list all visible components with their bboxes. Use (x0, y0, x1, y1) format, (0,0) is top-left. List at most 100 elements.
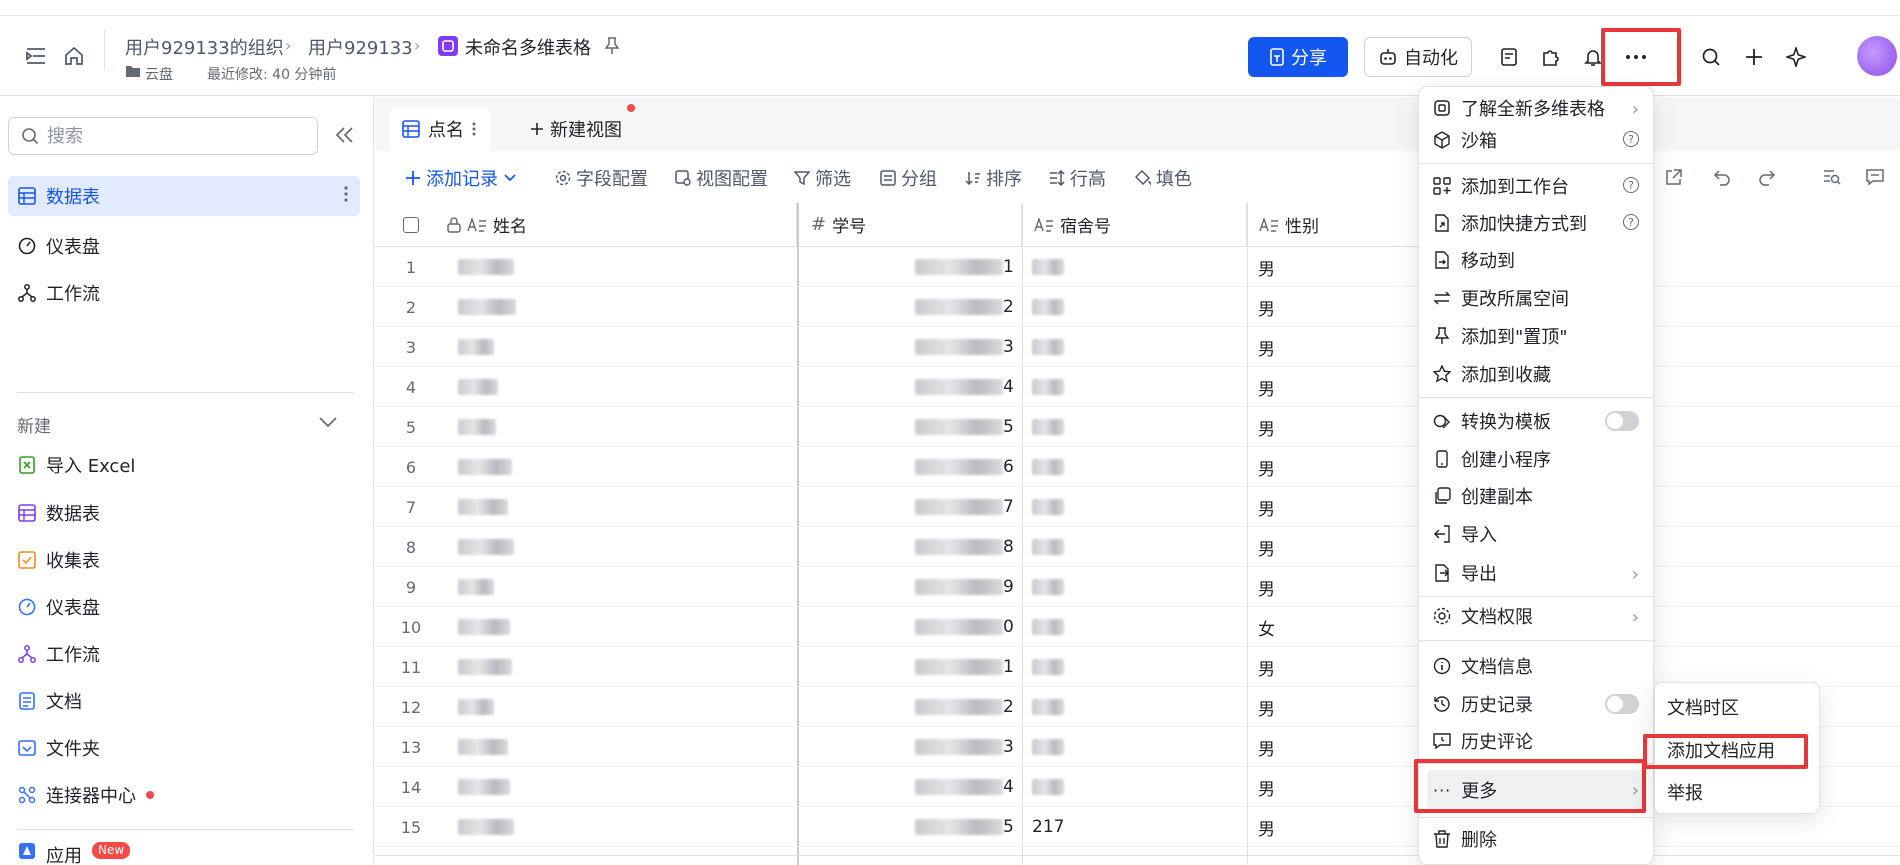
menu-item-convert-template[interactable]: 转换为模板 (1427, 403, 1645, 439)
cell-name[interactable] (458, 807, 514, 847)
chevron-down-icon[interactable] (503, 173, 517, 183)
filter-button[interactable]: 筛选 (794, 165, 851, 191)
cell-dorm[interactable] (1032, 727, 1064, 767)
cell-dorm[interactable] (1032, 647, 1064, 687)
cell-dorm[interactable] (1032, 247, 1064, 287)
select-all-checkbox[interactable] (403, 216, 419, 233)
avatar[interactable] (1857, 36, 1897, 76)
new-import-excel[interactable]: 导入 Excel (8, 445, 360, 485)
comment-icon[interactable] (1866, 168, 1884, 186)
search-box[interactable] (8, 117, 318, 155)
help-icon[interactable]: ? (1623, 214, 1639, 230)
cell-gender[interactable]: 男 (1258, 767, 1275, 807)
share-view-icon[interactable] (1665, 168, 1683, 186)
cell-gender[interactable]: 男 (1258, 247, 1275, 287)
pin-icon[interactable] (604, 37, 620, 55)
menu-item-history[interactable]: 历史记录 (1427, 686, 1645, 722)
cell-gender[interactable]: 男 (1258, 647, 1275, 687)
new-folder[interactable]: 文件夹 (8, 728, 360, 768)
column-header-gender[interactable]: 性别 (1247, 203, 1427, 247)
new-doc[interactable]: 文档 (8, 681, 360, 721)
cell-name[interactable] (458, 687, 494, 727)
menu-item-history-comments[interactable]: 历史评论 (1427, 723, 1645, 759)
table-row[interactable]: 4 4 男 (375, 367, 1900, 407)
share-button[interactable]: 分享 (1248, 37, 1348, 77)
find-icon[interactable] (1823, 168, 1841, 186)
cell-gender[interactable]: 男 (1258, 367, 1275, 407)
cell-gender[interactable]: 男 (1258, 527, 1275, 567)
cell-gender[interactable]: 男 (1258, 727, 1275, 767)
menu-item-add-shortcut[interactable]: 添加快捷方式到 ? (1427, 205, 1645, 241)
cell-name[interactable] (458, 647, 512, 687)
menu-item-add-to-workspace[interactable]: 添加到工作台 ? (1427, 168, 1645, 204)
location-label[interactable]: 云盘 (145, 64, 173, 84)
cell-dorm[interactable]: 217 (1032, 807, 1064, 847)
cell-name[interactable] (458, 367, 498, 407)
template-toggle[interactable] (1605, 411, 1639, 431)
add-record-button[interactable]: 添加记录 (405, 165, 517, 191)
cell-student-id[interactable]: 2 (915, 287, 1014, 327)
new-view-button[interactable]: 新建视图 (530, 107, 622, 151)
menu-item-change-space[interactable]: 更改所属空间 (1427, 280, 1645, 316)
cell-dorm[interactable] (1032, 407, 1064, 447)
table-row[interactable]: 9 9 男 (375, 567, 1900, 607)
cell-dorm[interactable] (1032, 287, 1064, 327)
new-workflow[interactable]: 工作流 (8, 634, 360, 674)
new-connector-center[interactable]: 连接器中心 (8, 775, 360, 815)
table-row[interactable]: 8 8 男 (375, 527, 1900, 567)
collapse-sidebar-icon[interactable] (335, 126, 355, 144)
cell-gender[interactable]: 女 (1258, 607, 1275, 647)
cell-student-id[interactable]: 6 (915, 447, 1014, 487)
cell-name[interactable] (458, 327, 494, 367)
menu-item-doc-info[interactable]: 文档信息 (1427, 648, 1645, 684)
cell-name[interactable] (458, 607, 510, 647)
cell-name[interactable] (458, 487, 508, 527)
cell-student-id[interactable]: 1 (915, 247, 1014, 287)
home-icon[interactable] (64, 46, 84, 66)
tab-rollcall[interactable]: 点名 (390, 107, 490, 151)
automation-button[interactable]: 自动化 (1364, 37, 1472, 77)
menu-item-sandbox[interactable]: 沙箱 ? (1427, 122, 1645, 158)
undo-icon[interactable] (1713, 168, 1731, 186)
cell-name[interactable] (458, 527, 514, 567)
field-config-button[interactable]: 字段配置 (555, 165, 648, 191)
select-all-header[interactable] (375, 203, 447, 247)
new-form[interactable]: 收集表 (8, 540, 360, 580)
sidebar-item-workflow[interactable]: 工作流 (8, 273, 360, 313)
column-header-name[interactable]: 姓名 (447, 203, 797, 247)
cell-dorm[interactable] (1032, 527, 1064, 567)
column-header-dorm[interactable]: 宿舍号 (1022, 203, 1247, 247)
column-header-student-id[interactable]: # 学号 (797, 203, 1022, 247)
cell-dorm[interactable] (1032, 327, 1064, 367)
cell-gender[interactable]: 男 (1258, 487, 1275, 527)
cell-student-id[interactable]: 5 (915, 407, 1014, 447)
new-app[interactable]: 应用 New (8, 842, 360, 865)
menu-item-export[interactable]: 导出 › (1427, 555, 1645, 591)
cell-student-id[interactable]: 5 (915, 807, 1014, 847)
cell-gender[interactable]: 男 (1258, 567, 1275, 607)
chevron-down-icon[interactable] (318, 416, 338, 428)
cell-dorm[interactable] (1032, 767, 1064, 807)
row-height-button[interactable]: 行高 (1049, 165, 1106, 191)
cell-name[interactable] (458, 247, 514, 287)
redo-icon[interactable] (1758, 168, 1776, 186)
menu-item-pin[interactable]: 添加到"置顶" (1427, 318, 1645, 354)
new-dashboard[interactable]: 仪表盘 (8, 587, 360, 627)
menu-item-move-to[interactable]: 移动到 (1427, 242, 1645, 278)
cell-name[interactable] (458, 447, 512, 487)
cell-dorm[interactable] (1032, 567, 1064, 607)
cell-name[interactable] (458, 767, 510, 807)
cell-student-id[interactable]: 3 (915, 727, 1014, 767)
help-icon[interactable]: ? (1623, 177, 1639, 193)
item-more-icon[interactable] (344, 186, 348, 202)
cell-dorm[interactable] (1032, 447, 1064, 487)
cell-gender[interactable]: 男 (1258, 447, 1275, 487)
table-row[interactable]: 3 3 男 (375, 327, 1900, 367)
sidebar-toggle-icon[interactable] (26, 47, 46, 65)
table-row[interactable]: 7 7 男 (375, 487, 1900, 527)
menu-item-create-copy[interactable]: 创建副本 (1427, 478, 1645, 514)
table-row[interactable]: 11 1 男 (375, 647, 1900, 687)
cell-dorm[interactable] (1032, 367, 1064, 407)
plus-icon[interactable] (1738, 41, 1770, 73)
template-icon[interactable] (1493, 41, 1525, 73)
